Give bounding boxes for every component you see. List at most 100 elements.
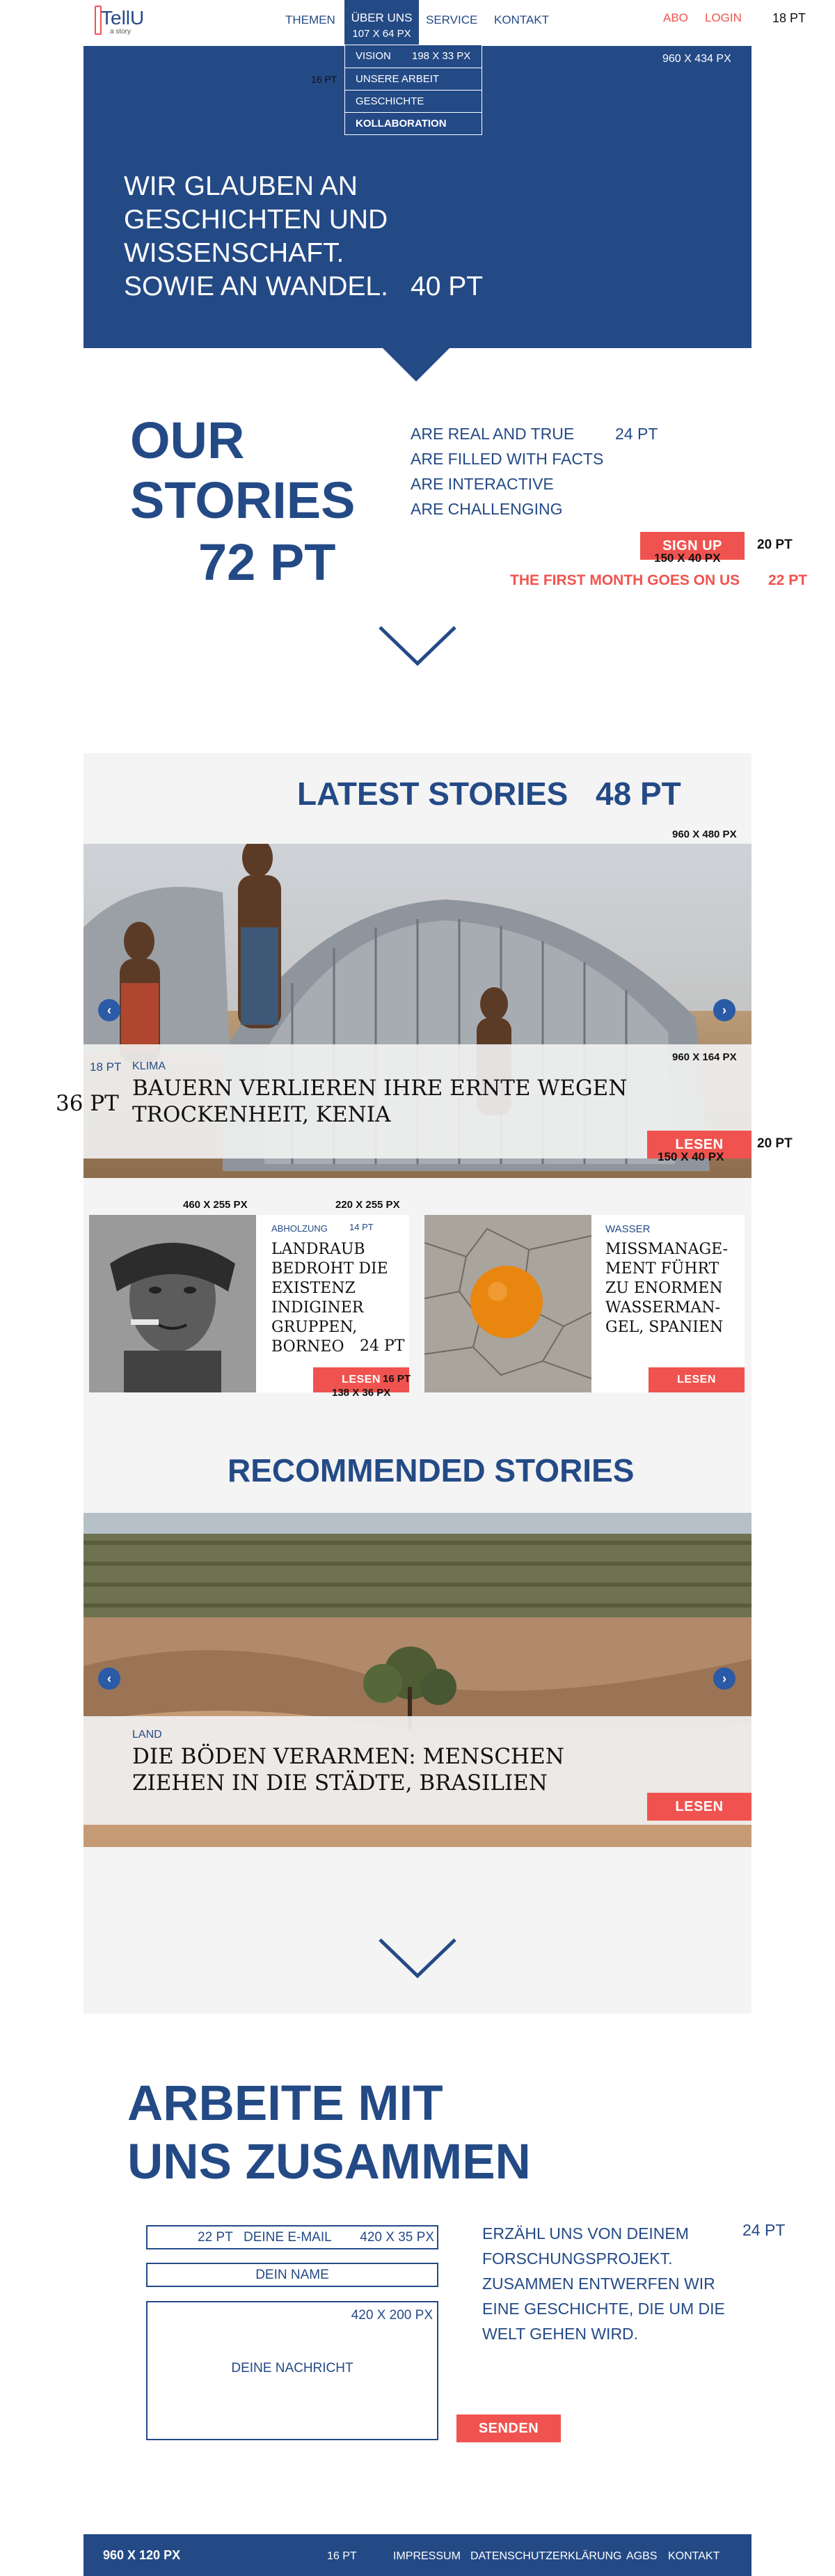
contact-copy-font-note: 24 PT — [742, 2221, 786, 2239]
main-story-title-line-2: TROCKENHEIT, KENIA — [132, 1101, 391, 1127]
spanien-title-line-3: ZU ENORMEN — [605, 1280, 723, 1297]
borneo-button-font-note: 16 PT — [383, 1373, 411, 1385]
nav-service[interactable]: SERVICE — [426, 13, 477, 27]
nav-ueber-uns[interactable]: ÜBER UNS 107 X 64 PX — [344, 0, 419, 45]
borneo-title-line-3: EXISTENZ — [271, 1280, 356, 1297]
footer-link-kontakt[interactable]: KONTAKT — [668, 2550, 719, 2563]
scroll-down-chevron-icon[interactable] — [376, 623, 459, 669]
latest-image-size-note: 960 X 480 PX — [672, 828, 737, 840]
feature-4: ARE CHALLENGING — [411, 500, 563, 518]
dropdown-item-geschichte[interactable]: GESCHICHTE — [345, 90, 482, 112]
hero-line-1: WIR GLAUBEN AN — [124, 171, 358, 201]
spanien-title-line-5: GEL, SPANIEN — [605, 1319, 724, 1336]
dropdown-item-label: VISION — [356, 50, 391, 62]
name-field[interactable]: DEIN NAME — [146, 2263, 438, 2287]
hero-line-3: WISSENSCHAFT. — [124, 238, 344, 268]
name-placeholder: DEIN NAME — [255, 2268, 329, 2282]
footer-link-impressum[interactable]: IMPRESSUM — [393, 2550, 461, 2563]
dry-soil-orange-image — [424, 1215, 591, 1392]
recommended-title-line-1: DIE BÖDEN VERARMEN: MENSCHEN — [132, 1744, 564, 1769]
footer-link-datenschutz[interactable]: DATENSCHUTZERKLÄRUNG — [470, 2550, 622, 2563]
hero-line-2: GESCHICHTEN UND — [124, 205, 388, 235]
recommended-story-title[interactable]: DIE BÖDEN VERARMEN: MENSCHEN ZIEHEN IN D… — [132, 1744, 564, 1797]
borneo-portrait-image — [89, 1215, 256, 1392]
email-placeholder: DEINE E-MAIL — [244, 2230, 332, 2245]
borneo-title-line-5: GRUPPEN, — [271, 1319, 358, 1336]
footer-size-note: 960 X 120 PX — [103, 2548, 181, 2562]
card-text-size-note: 220 X 255 PX — [335, 1199, 400, 1211]
read-button-font-note: 20 PT — [757, 1136, 793, 1151]
main-story-title-line-1: BAUERN VERLIEREN IHRE ERNTE WEGEN — [132, 1076, 628, 1101]
borneo-category[interactable]: ABHOLZUNG — [271, 1223, 328, 1234]
scroll-down-chevron-icon[interactable] — [376, 1935, 459, 1981]
contact-title-1: ARBEITE MIT — [127, 2076, 443, 2131]
recommended-prev-icon[interactable]: ‹ — [98, 1667, 120, 1690]
dropdown-menu: VISION 198 X 33 PX UNSERE ARBEIT GESCHIC… — [344, 45, 482, 135]
borneo-title-line-1: LANDRAUB — [271, 1241, 365, 1258]
spanien-title-line-4: WASSERMAN- — [605, 1299, 720, 1317]
email-size-note: 420 X 35 PX — [360, 2230, 434, 2245]
recommended-next-icon[interactable]: › — [713, 1667, 735, 1690]
borneo-title-line-4: INDIGINER — [271, 1299, 364, 1317]
our-stories-font-note: 72 PT — [198, 533, 336, 591]
recommended-category[interactable]: LAND — [132, 1729, 162, 1741]
hero-line-4: SOWIE AN WANDEL. — [124, 272, 388, 301]
login-link[interactable]: LOGIN — [705, 11, 742, 25]
story-card-borneo[interactable]: ABHOLZUNG 14 PT LANDRAUB BEDROHT DIE EXI… — [89, 1215, 409, 1392]
message-field[interactable]: 420 X 200 PX DEINE NACHRICHT — [146, 2301, 438, 2440]
site-header: TellU a story THEMEN ÜBER UNS 107 X 64 P… — [0, 0, 835, 46]
contact-copy: ERZÄHL UNS VON DEINEM FORSCHUNGSPROJEKT.… — [482, 2224, 725, 2343]
feature-1: ARE REAL AND TRUE — [411, 425, 575, 443]
feature-2: ARE FILLED WITH FACTS — [411, 450, 604, 468]
nav-themen[interactable]: THEMEN — [285, 13, 335, 27]
signup-size-note: 150 X 40 PX — [654, 551, 721, 565]
main-story-title[interactable]: BAUERN VERLIEREN IHRE ERNTE WEGEN TROCKE… — [132, 1076, 627, 1129]
dropdown-item-unsere-arbeit[interactable]: UNSERE ARBEIT — [345, 68, 482, 90]
promo-font-note: 22 PT — [768, 572, 808, 588]
band-size-note: 960 X 164 PX — [672, 1051, 737, 1063]
message-placeholder: DEINE NACHRICHT — [231, 2361, 353, 2375]
latest-stories-title: LATEST STORIES — [297, 776, 568, 812]
card-image-size-note: 460 X 255 PX — [183, 1199, 248, 1211]
borneo-title-line-2: BEDROHT DIE — [271, 1260, 388, 1278]
our-stories-title-2: STORIES — [130, 471, 356, 529]
signup-font-note: 20 PT — [757, 537, 793, 552]
feature-3: ARE INTERACTIVE — [411, 475, 554, 493]
contact-title-2: UNS ZUSAMMEN — [127, 2135, 531, 2190]
logo-tagline: a story — [110, 28, 132, 36]
nav-kontakt[interactable]: KONTAKT — [494, 13, 549, 27]
carousel-prev-icon[interactable]: ‹ — [98, 999, 120, 1021]
dropdown-item-kollaboration[interactable]: KOLLABORATION — [345, 112, 482, 134]
spanien-category[interactable]: WASSER — [605, 1223, 650, 1235]
abo-link[interactable]: ABO — [663, 11, 688, 25]
recommended-read-button[interactable]: LESEN — [647, 1793, 752, 1821]
carousel-next-icon[interactable]: › — [713, 999, 735, 1021]
footer-link-agbs[interactable]: AGBS — [626, 2550, 657, 2563]
spanien-title-line-1: MISSMANAGE- — [605, 1241, 728, 1258]
promo-text: THE FIRST MONTH GOES ON US — [510, 572, 740, 588]
site-footer: 960 X 120 PX 16 PT IMPRESSUM DATENSCHUTZ… — [84, 2534, 752, 2576]
hero-size-note: 960 X 434 PX — [662, 53, 731, 65]
nav-ueber-uns-label: ÜBER UNS — [351, 11, 413, 24]
logo[interactable]: TellU — [101, 7, 144, 29]
latest-font-note: 48 PT — [596, 776, 681, 812]
email-font-note: 22 PT — [198, 2230, 233, 2245]
features-font-note: 24 PT — [615, 425, 658, 443]
borneo-button-size-note: 138 X 36 PX — [332, 1387, 391, 1399]
read-button-size-note: 150 X 40 PX — [658, 1150, 724, 1163]
dropdown-item-vision[interactable]: VISION 198 X 33 PX — [345, 45, 482, 68]
spanien-read-button[interactable]: LESEN — [649, 1367, 745, 1392]
hero-font-note: 40 PT — [411, 272, 484, 301]
our-stories-title-1: OUR — [130, 411, 245, 469]
footer-font-note: 16 PT — [327, 2550, 357, 2562]
main-story-category[interactable]: KLIMA — [132, 1060, 166, 1073]
category-font-note: 18 PT — [90, 1060, 122, 1074]
spanien-title[interactable]: MISSMANAGE- MENT FÜHRT ZU ENORMEN WASSER… — [605, 1240, 728, 1337]
spanien-title-line-2: MENT FÜHRT — [605, 1260, 719, 1278]
hero-pointer — [383, 348, 450, 382]
submit-button[interactable]: SENDEN — [456, 2414, 561, 2442]
message-size-note: 420 X 200 PX — [351, 2308, 433, 2323]
story-card-spanien[interactable]: WASSER MISSMANAGE- MENT FÜHRT ZU ENORMEN… — [424, 1215, 745, 1392]
email-field[interactable]: 22 PT DEINE E-MAIL 420 X 35 PX — [146, 2225, 438, 2249]
borneo-category-font-note: 14 PT — [349, 1222, 374, 1232]
